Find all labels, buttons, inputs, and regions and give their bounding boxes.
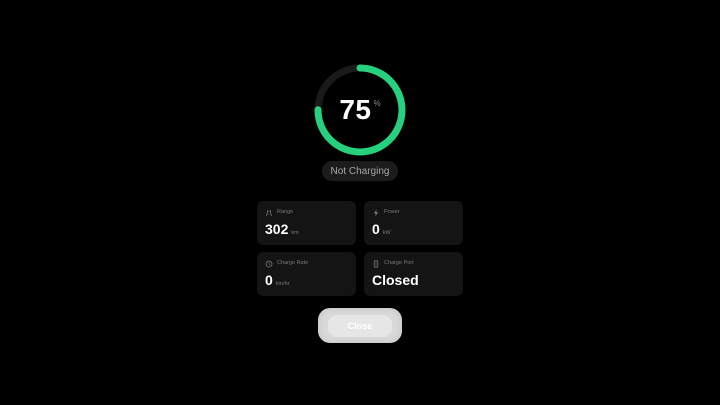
power-value: 0 (372, 221, 380, 237)
clock-icon (265, 260, 273, 268)
charge-rate-value: 0 (265, 272, 273, 288)
charge-port-value: Closed (372, 272, 419, 288)
battery-percent-unit: % (373, 99, 381, 108)
charge-port-label: Charge Port (384, 259, 414, 266)
battery-percent: 75 (339, 94, 372, 125)
charging-status-label: Not Charging (330, 165, 390, 177)
battery-readout: 75 % (313, 63, 407, 157)
close-button-face[interactable]: Close (328, 314, 392, 337)
range-card: Range 302 km (257, 201, 356, 245)
charging-overlay: 75 % Not Charging Range 302 km Power 0 k… (0, 0, 720, 405)
range-value: 302 (265, 221, 289, 237)
range-icon (265, 209, 273, 217)
range-unit: km (291, 230, 299, 236)
power-card: Power 0 kW (364, 201, 463, 245)
battery-ring: 75 % (313, 63, 407, 157)
charge-port-card: Charge Port Closed (364, 252, 463, 296)
range-label: Range (277, 208, 294, 215)
charging-status-badge: Not Charging (322, 161, 398, 181)
charge-rate-label: Charge Rate (277, 259, 309, 266)
power-label: Power (384, 208, 400, 215)
plug-icon (372, 259, 380, 268)
close-button-label: Close (347, 320, 373, 331)
charge-rate-card: Charge Rate 0 km/hr (257, 252, 356, 296)
close-button[interactable]: Close (318, 308, 402, 343)
power-unit: kW (382, 230, 391, 236)
charge-rate-unit: km/hr (275, 281, 290, 287)
lightning-icon (372, 209, 380, 217)
